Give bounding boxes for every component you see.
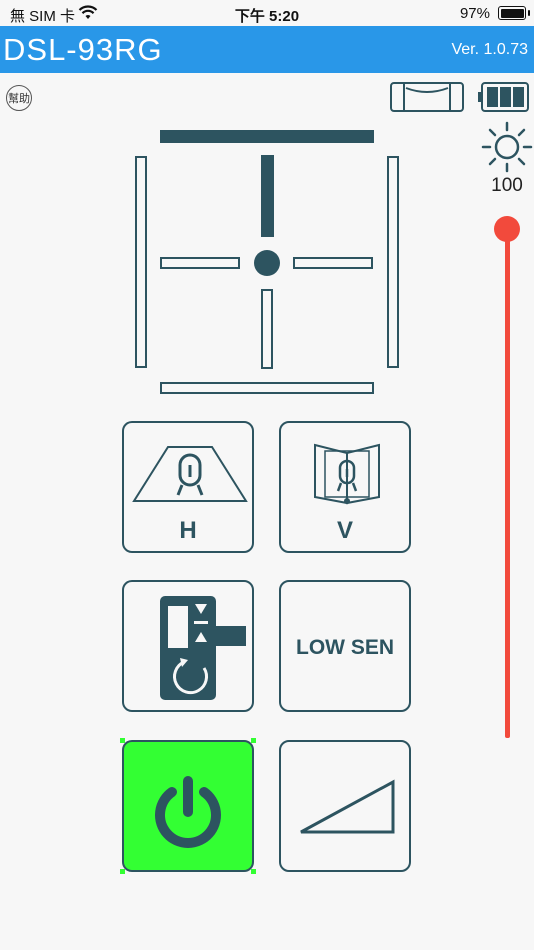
slope-triangle-icon <box>300 779 395 834</box>
app-title: DSL-93RG <box>3 32 163 67</box>
laser-center-horizontal-right <box>293 257 373 269</box>
power-icon <box>155 776 221 848</box>
app-header: DSL-93RG Ver. 1.0.73 <box>0 26 534 73</box>
slope-button[interactable] <box>279 740 411 872</box>
laser-center-dot <box>254 250 280 276</box>
laser-line-bottom <box>160 382 374 394</box>
receiver-remote-icon <box>160 596 246 700</box>
laser-center-horizontal-left <box>160 257 240 269</box>
receiver-button[interactable] <box>122 580 254 712</box>
tripod-laser-icon <box>132 446 248 502</box>
brightness-slider-thumb[interactable] <box>494 216 520 242</box>
version-label: Ver. 1.0.73 <box>451 41 528 58</box>
laser-center-vertical-bottom <box>261 289 273 369</box>
status-bar: 無 SIM 卡 下午 5:20 97% <box>0 0 534 26</box>
clock: 下午 5:20 <box>234 8 300 25</box>
laser-line-top <box>160 130 374 143</box>
selection-handle <box>120 738 125 743</box>
brightness-slider-track[interactable] <box>505 228 510 738</box>
horizontal-mode-button[interactable]: H <box>122 421 254 553</box>
laser-line-right <box>387 156 399 368</box>
laser-center-vertical-top <box>261 155 274 237</box>
low-sensitivity-label: LOW SEN <box>296 636 394 659</box>
selection-handle <box>251 869 256 874</box>
help-button[interactable]: 幫助 <box>6 85 32 111</box>
battery-3bar-icon <box>478 82 529 112</box>
power-button[interactable] <box>122 740 254 872</box>
brightness-value: 100 <box>491 175 523 196</box>
battery-percent: 97% <box>459 5 490 22</box>
laser-line-left <box>135 156 147 368</box>
low-sensitivity-button[interactable]: LOW SEN <box>279 580 411 712</box>
vertical-plane-icon <box>314 443 380 505</box>
battery-icon <box>498 6 530 20</box>
laser-line-diagram <box>135 130 399 394</box>
vertical-mode-button[interactable]: V <box>279 421 411 553</box>
sun-brightness-icon[interactable] <box>480 120 534 174</box>
selection-handle <box>251 738 256 743</box>
level-vial-icon <box>390 82 464 112</box>
vertical-mode-label: V <box>336 517 353 544</box>
horizontal-mode-label: H <box>179 517 197 544</box>
selection-handle <box>120 869 125 874</box>
